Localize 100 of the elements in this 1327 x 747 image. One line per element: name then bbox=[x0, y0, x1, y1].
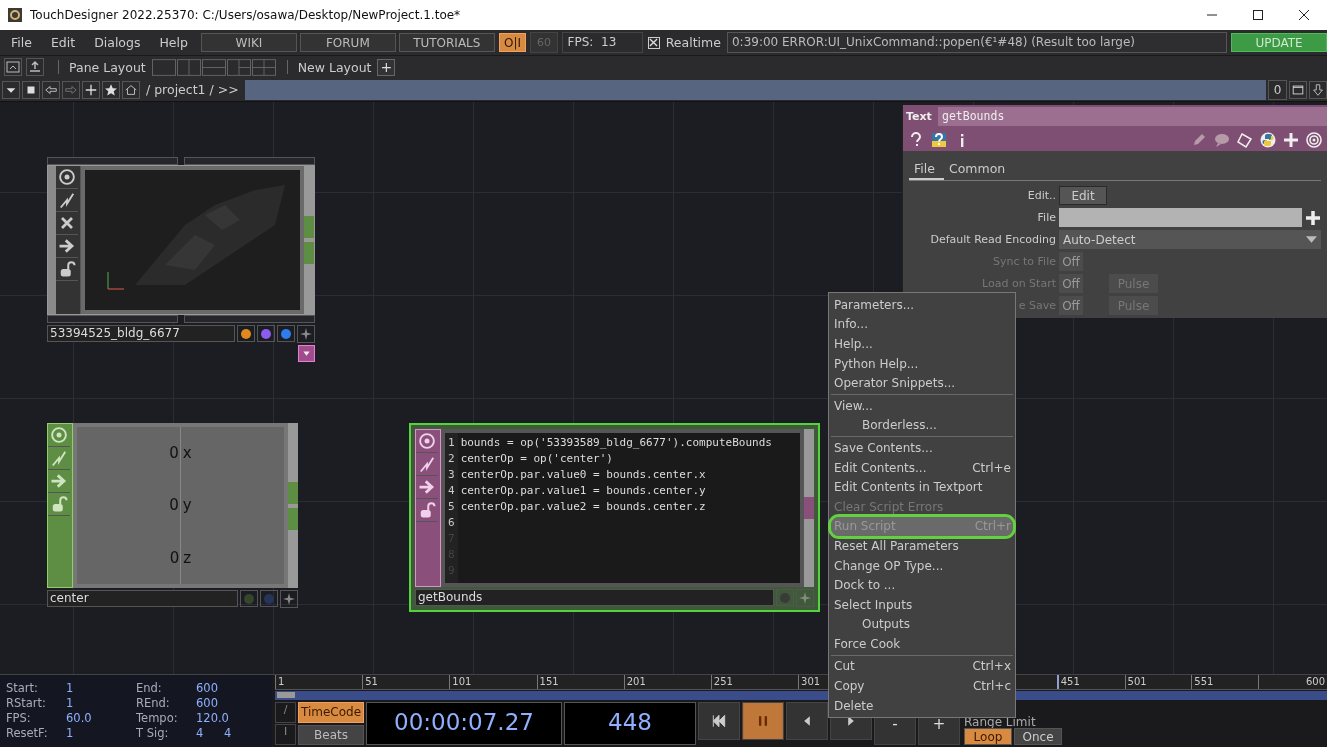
menu-item[interactable]: Dock to ... bbox=[831, 575, 1013, 595]
menu-item[interactable]: Cut Ctrl+x bbox=[831, 656, 1013, 677]
selected-node-outline[interactable] bbox=[409, 423, 820, 612]
info-value[interactable]: 60.0 bbox=[66, 711, 94, 726]
sparkle-icon[interactable] bbox=[297, 325, 315, 343]
info-value[interactable]: 600 bbox=[196, 681, 224, 696]
menu-item[interactable]: Info... bbox=[831, 314, 1013, 335]
node-name[interactable]: 53394525_bldg_6677 bbox=[47, 325, 235, 342]
perform-toggle[interactable]: O|I bbox=[498, 33, 527, 52]
link-button[interactable]: WIKI bbox=[200, 33, 297, 52]
menu-item[interactable]: File bbox=[0, 35, 40, 50]
home-icon[interactable] bbox=[122, 80, 140, 99]
menu-item[interactable]: Outputs bbox=[831, 614, 1013, 635]
info-label: FPS: bbox=[6, 711, 32, 726]
target-icon[interactable] bbox=[416, 430, 438, 453]
menu-item[interactable]: View... bbox=[831, 395, 1013, 416]
menu-item[interactable]: Edit Contents in Textport bbox=[831, 477, 1013, 497]
edit-button[interactable]: Edit bbox=[1059, 186, 1107, 205]
info-value[interactable]: 1 bbox=[66, 726, 94, 741]
menu-item[interactable]: Edit Contents... Ctrl+e bbox=[831, 457, 1013, 478]
range-button[interactable]: Loop bbox=[964, 728, 1012, 745]
code-line: bounds = op('53393589_bldg_6677').computeBounds bbox=[460, 435, 772, 451]
menu-item[interactable]: Help bbox=[148, 35, 196, 50]
range-button[interactable]: Once bbox=[1014, 728, 1062, 745]
app-icon bbox=[7, 7, 23, 23]
info-value[interactable]: 1 bbox=[66, 696, 94, 711]
flag-dot[interactable] bbox=[264, 593, 274, 604]
line-number: 6 bbox=[448, 515, 455, 531]
menu-item[interactable]: Borderless... bbox=[831, 415, 1013, 436]
encoding-dropdown[interactable]: Auto-Detect bbox=[1059, 230, 1321, 249]
frame-tick: 451 bbox=[1060, 676, 1080, 687]
python-help-icon[interactable] bbox=[931, 131, 947, 148]
fps-readout: FPS: 13 bbox=[561, 32, 643, 53]
target-icon[interactable] bbox=[48, 424, 70, 447]
flag-dot[interactable] bbox=[281, 328, 291, 339]
sparkle-icon[interactable] bbox=[280, 590, 298, 608]
flag-dot[interactable] bbox=[244, 593, 254, 604]
flag-dot[interactable] bbox=[241, 328, 251, 339]
caret-icon[interactable] bbox=[1306, 236, 1317, 243]
path-field[interactable] bbox=[244, 79, 1266, 100]
pane-icon[interactable] bbox=[4, 58, 22, 76]
menu-item[interactable]: Dialogs bbox=[83, 35, 149, 50]
network-canvas[interactable] bbox=[0, 102, 1327, 674]
target-icon[interactable] bbox=[56, 166, 78, 189]
menu-item[interactable]: Edit bbox=[39, 35, 84, 50]
link-button[interactable]: FORUM bbox=[299, 33, 396, 52]
stop-icon[interactable] bbox=[22, 80, 40, 99]
network-path[interactable]: / project1 / >> bbox=[146, 82, 239, 97]
export-icon[interactable] bbox=[26, 58, 44, 76]
link-button[interactable]: TUTORIALS bbox=[398, 33, 495, 52]
info-value[interactable]: 4 bbox=[224, 726, 232, 741]
node-name[interactable]: getBounds bbox=[415, 589, 774, 606]
padlock-icon[interactable] bbox=[56, 258, 78, 281]
channel-value: 0 bbox=[169, 496, 179, 515]
value-viewer[interactable]: 0 x 0 y 0 z bbox=[73, 423, 288, 588]
plus-icon[interactable] bbox=[82, 80, 100, 99]
file-field[interactable] bbox=[1059, 208, 1302, 227]
status-message: 0:39:00 ERROR:UI_UnixCommand::popen(€¹#48) (Result too large) bbox=[726, 32, 1228, 53]
mode-toggle[interactable]: / bbox=[275, 702, 296, 723]
flag-dot[interactable] bbox=[261, 328, 271, 339]
info-value[interactable]: 4 bbox=[196, 726, 224, 741]
mode-toggle[interactable]: I bbox=[275, 724, 296, 745]
dropdown-icon[interactable] bbox=[2, 80, 20, 99]
channel-value: 0 bbox=[169, 444, 179, 463]
menu-item[interactable]: Change OP Type... bbox=[831, 555, 1013, 576]
frame-tick: 301 bbox=[801, 676, 821, 687]
window-title: TouchDesigner 2022.25370: C:/Users/osawa/Desktop/NewProject.1.toe* bbox=[30, 8, 461, 22]
info-value[interactable]: 1 bbox=[66, 681, 94, 696]
menu-item[interactable]: Python Help... bbox=[831, 353, 1013, 374]
node-name[interactable]: center bbox=[47, 590, 238, 607]
info-value[interactable]: 600 bbox=[196, 696, 224, 711]
channel-name: x bbox=[182, 444, 192, 463]
pencil-icon[interactable] bbox=[1191, 131, 1207, 148]
menu-item[interactable]: Save Contents... bbox=[831, 438, 1013, 458]
add-layout-button[interactable]: + bbox=[377, 58, 396, 76]
menu-item[interactable]: Parameters... bbox=[831, 295, 1013, 315]
time-mode-button[interactable]: TimeCode bbox=[298, 702, 364, 723]
rewind-icon[interactable] bbox=[698, 702, 740, 740]
count-readout: 0 bbox=[1268, 79, 1287, 100]
window-icon[interactable] bbox=[1289, 80, 1307, 99]
parameter-tab[interactable]: Common bbox=[943, 159, 1011, 180]
realtime-checkbox[interactable] bbox=[647, 36, 660, 49]
menu-item[interactable]: Select Inputs bbox=[831, 594, 1013, 615]
parameter-tab[interactable]: File bbox=[909, 159, 944, 180]
padlock-icon[interactable] bbox=[416, 499, 438, 522]
code-line: centerOp = op('center') bbox=[460, 451, 614, 467]
frame-tick: 501 bbox=[1127, 676, 1147, 687]
menu-item[interactable]: Help... bbox=[831, 334, 1013, 354]
channel-value: 0 bbox=[169, 548, 180, 567]
padlock-icon[interactable] bbox=[48, 493, 70, 516]
time-mode-button[interactable]: Beats bbox=[298, 724, 364, 745]
menu-item[interactable]: Force Cook bbox=[831, 634, 1013, 654]
help-icon[interactable] bbox=[908, 131, 924, 148]
speech-bubble-icon[interactable] bbox=[1214, 131, 1230, 148]
menu-item[interactable]: Operator Snippets... bbox=[831, 373, 1013, 393]
operator-name-field[interactable]: getBounds bbox=[938, 107, 1327, 126]
menu-item[interactable]: Reset All Parameters bbox=[831, 536, 1013, 556]
python-icon[interactable] bbox=[1260, 131, 1276, 148]
flag-dot[interactable] bbox=[780, 592, 790, 603]
code-viewer[interactable] bbox=[441, 429, 804, 587]
